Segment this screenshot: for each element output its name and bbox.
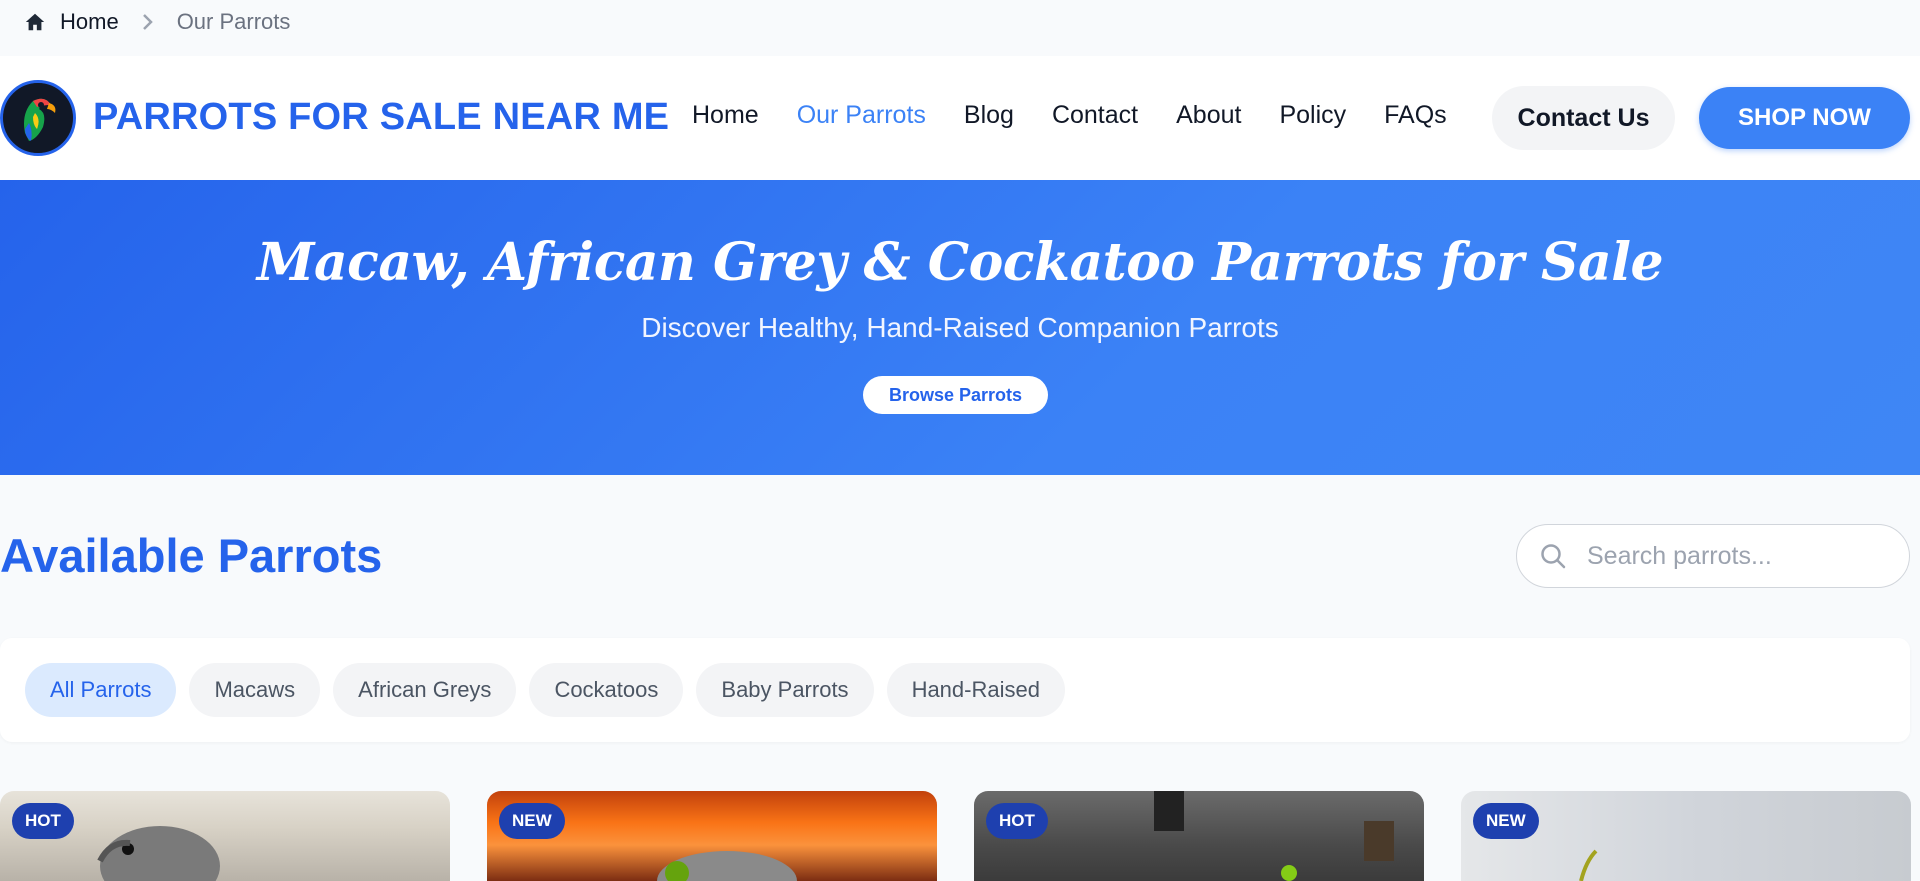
filter-macaws[interactable]: Macaws [189,663,321,717]
hot-badge: HOT [12,803,74,839]
shop-now-button[interactable]: SHOP NOW [1699,87,1910,149]
nav-policy[interactable]: Policy [1279,98,1346,132]
breadcrumb-current: Our Parrots [176,9,291,34]
new-badge: NEW [499,803,565,839]
filter-all-parrots[interactable]: All Parrots [25,663,177,717]
filter-cockatoos[interactable]: Cockatoos [529,663,684,717]
site-header: PARROTS FOR SALE NEAR ME Home Our Parrot… [0,56,1920,180]
breadcrumb-home-link[interactable]: Home [60,9,119,35]
new-badge: NEW [1473,803,1539,839]
nav-our-parrots[interactable]: Our Parrots [797,98,926,132]
search-box[interactable] [1516,524,1910,588]
nav-blog[interactable]: Blog [964,98,1014,132]
section-title: Available Parrots [0,529,383,582]
main-nav: Home Our Parrots Blog Contact About Poli… [692,98,1485,132]
home-icon[interactable] [24,11,46,33]
filter-bar: All Parrots Macaws African Greys Cockato… [0,638,1910,742]
hero-subtitle: Discover Healthy, Hand-Raised Companion … [641,312,1279,343]
chevron-right-icon [141,12,155,32]
parrot-photo [0,791,450,881]
breadcrumb: Home Our Parrots [0,0,1920,44]
parrot-logo[interactable] [0,80,76,156]
filter-hand-raised[interactable]: Hand-Raised [886,663,1065,717]
nav-faqs[interactable]: FAQs [1384,98,1447,132]
contact-us-button[interactable]: Contact Us [1492,86,1675,150]
search-icon [1539,542,1567,570]
browse-parrots-button[interactable]: Browse Parrots [863,376,1048,414]
parrot-photo [974,791,1424,881]
nav-about[interactable]: About [1176,98,1241,132]
parrot-card[interactable]: NEW [1461,791,1911,881]
hero-title: Macaw, African Grey & Cockatoo Parrots f… [256,232,1664,293]
brand-title[interactable]: PARROTS FOR SALE NEAR ME [93,96,669,139]
hot-badge: HOT [986,803,1048,839]
hero-banner: Macaw, African Grey & Cockatoo Parrots f… [0,180,1920,475]
parrot-grid: HOT NEW HOT NEW [0,791,1920,881]
search-input[interactable] [1587,541,1887,571]
parrot-card[interactable]: HOT [974,791,1424,881]
nav-contact[interactable]: Contact [1052,98,1138,132]
nav-home[interactable]: Home [692,98,759,132]
filter-baby-parrots[interactable]: Baby Parrots [696,663,874,717]
parrot-card[interactable]: HOT [0,791,450,881]
parrot-card[interactable]: NEW [487,791,937,881]
filter-african-greys[interactable]: African Greys [333,663,517,717]
